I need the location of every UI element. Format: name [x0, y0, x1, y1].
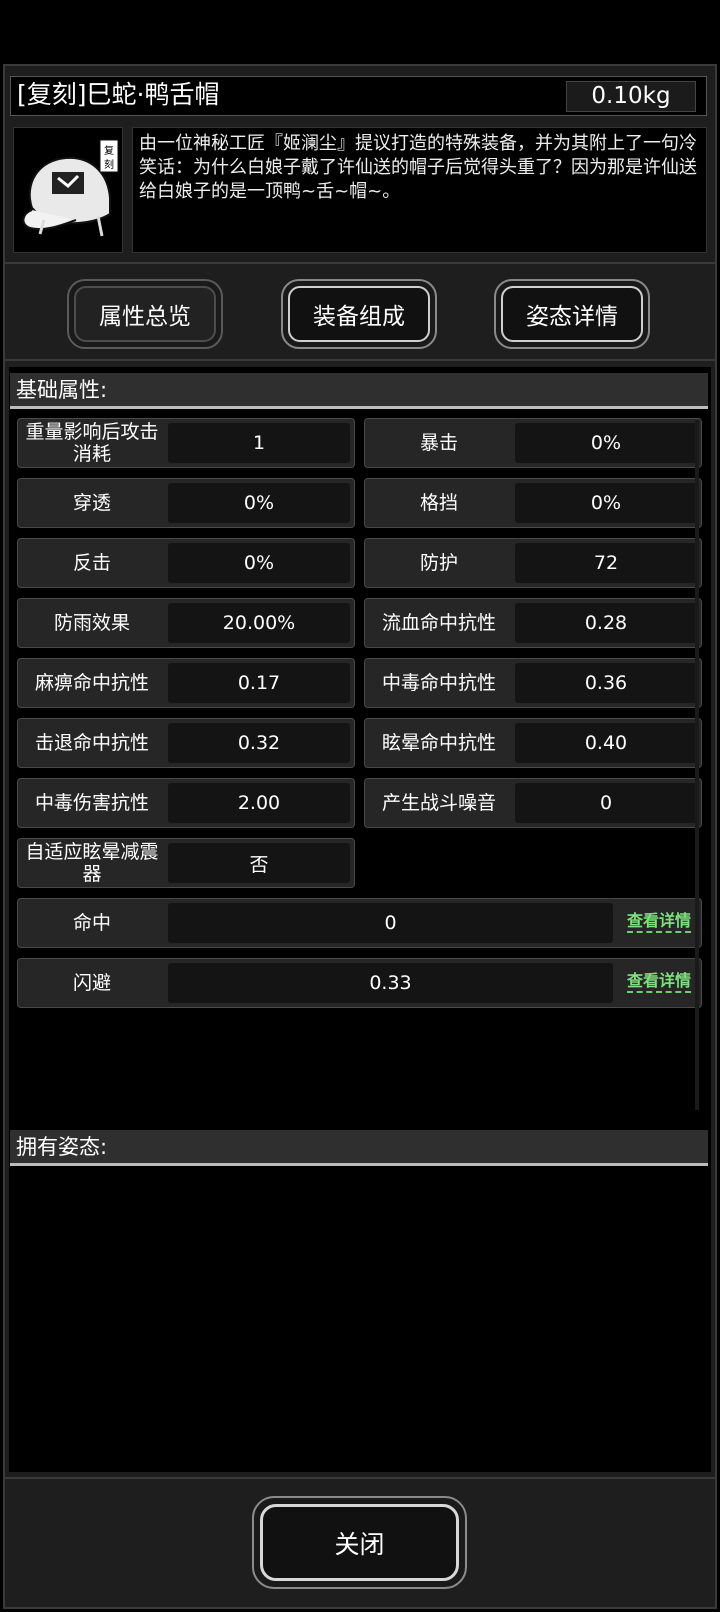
stat-cell: 击退命中抗性 0.32 [17, 718, 355, 768]
stat-cell: 防护 72 [364, 538, 702, 588]
stat-cell: 中毒命中抗性 0.36 [364, 658, 702, 708]
badge-char-2: 刻 [104, 158, 114, 171]
stat-value: 0.36 [515, 663, 697, 703]
stat-cell-dodge: 闪避 0.33 查看详情 [17, 958, 702, 1008]
stat-value: 0.28 [515, 603, 697, 643]
item-title: [复刻]巳蛇·鸭舌帽 [17, 80, 220, 109]
stat-value: 72 [515, 543, 697, 583]
stat-label: 反击 [72, 552, 111, 574]
stat-label: 中毒命中抗性 [381, 672, 496, 694]
stat-value: 0% [168, 543, 350, 583]
stat-label: 暴击 [419, 432, 458, 454]
item-description: 由一位神秘工匠『姬澜尘』提议打造的特殊装备，并为其附上了一句冷笑话：为什么白娘子… [132, 127, 707, 253]
item-icon-box: 复 刻 [13, 127, 123, 253]
stat-label: 闪避 [72, 972, 111, 994]
stat-label: 产生战斗噪音 [381, 792, 496, 814]
stat-cell: 眩晕命中抗性 0.40 [364, 718, 702, 768]
stat-label: 麻痹命中抗性 [34, 672, 149, 694]
tab-equipment-composition[interactable]: 装备组成 [281, 279, 437, 349]
stat-value: 1 [168, 423, 350, 463]
stat-label: 防雨效果 [53, 612, 130, 634]
tab-label: 装备组成 [288, 286, 430, 342]
divider [5, 1477, 715, 1479]
stat-label: 重量影响后攻击消耗 [25, 421, 159, 465]
tab-label: 姿态详情 [501, 286, 643, 342]
divider [5, 359, 715, 361]
stat-value: 0.40 [515, 723, 697, 763]
stat-label: 穿透 [72, 492, 111, 514]
stat-cell: 暴击 0% [364, 418, 702, 468]
close-button[interactable]: 关闭 [252, 1496, 467, 1589]
stat-label: 击退命中抗性 [34, 732, 149, 754]
stat-label: 自适应眩晕减震器 [25, 841, 159, 885]
stat-value: 20.00% [168, 603, 350, 643]
cap-icon: 复 刻 [22, 139, 119, 237]
stat-value: 0% [168, 483, 350, 523]
stat-value: 0.32 [168, 723, 350, 763]
section-owned-stances: 拥有姿态: [10, 1130, 708, 1166]
stat-value: 0 [515, 783, 697, 823]
stat-cell-hit: 命中 0 查看详情 [17, 898, 702, 948]
scrollbar[interactable] [695, 420, 699, 1110]
tab-attribute-overview[interactable]: 属性总览 [67, 279, 223, 349]
stat-label: 中毒伤害抗性 [34, 792, 149, 814]
divider [5, 262, 715, 264]
stat-cell: 反击 0% [17, 538, 355, 588]
stat-cell: 中毒伤害抗性 2.00 [17, 778, 355, 828]
stat-value: 0.17 [168, 663, 350, 703]
view-details-link[interactable]: 查看详情 [626, 971, 691, 993]
item-weight: 0.10kg [566, 81, 696, 112]
stat-cell: 穿透 0% [17, 478, 355, 528]
stat-value: 否 [168, 843, 350, 883]
stat-cell: 重量影响后攻击消耗 1 [17, 418, 355, 468]
stat-value: 0% [515, 423, 697, 463]
stat-label: 命中 [72, 912, 111, 934]
close-button-label: 关闭 [260, 1504, 459, 1581]
stat-value: 0% [515, 483, 697, 523]
stat-cell: 格挡 0% [364, 478, 702, 528]
stat-cell: 麻痹命中抗性 0.17 [17, 658, 355, 708]
stat-label: 眩晕命中抗性 [381, 732, 496, 754]
stat-value: 2.00 [168, 783, 350, 823]
stat-cell: 防雨效果 20.00% [17, 598, 355, 648]
section-basic-attributes: 基础属性: [10, 373, 708, 409]
tab-label: 属性总览 [74, 286, 216, 342]
stat-cell: 产生战斗噪音 0 [364, 778, 702, 828]
stat-label: 格挡 [419, 492, 458, 514]
stat-cell: 自适应眩晕减震器 否 [17, 838, 355, 888]
badge-char-1: 复 [104, 144, 114, 157]
view-details-link[interactable]: 查看详情 [626, 911, 691, 933]
stat-label: 防护 [419, 552, 458, 574]
stat-value: 0.33 [168, 963, 613, 1003]
stat-label: 流血命中抗性 [381, 612, 496, 634]
stat-value: 0 [168, 903, 613, 943]
stat-cell: 流血命中抗性 0.28 [364, 598, 702, 648]
tab-stance-details[interactable]: 姿态详情 [494, 279, 650, 349]
